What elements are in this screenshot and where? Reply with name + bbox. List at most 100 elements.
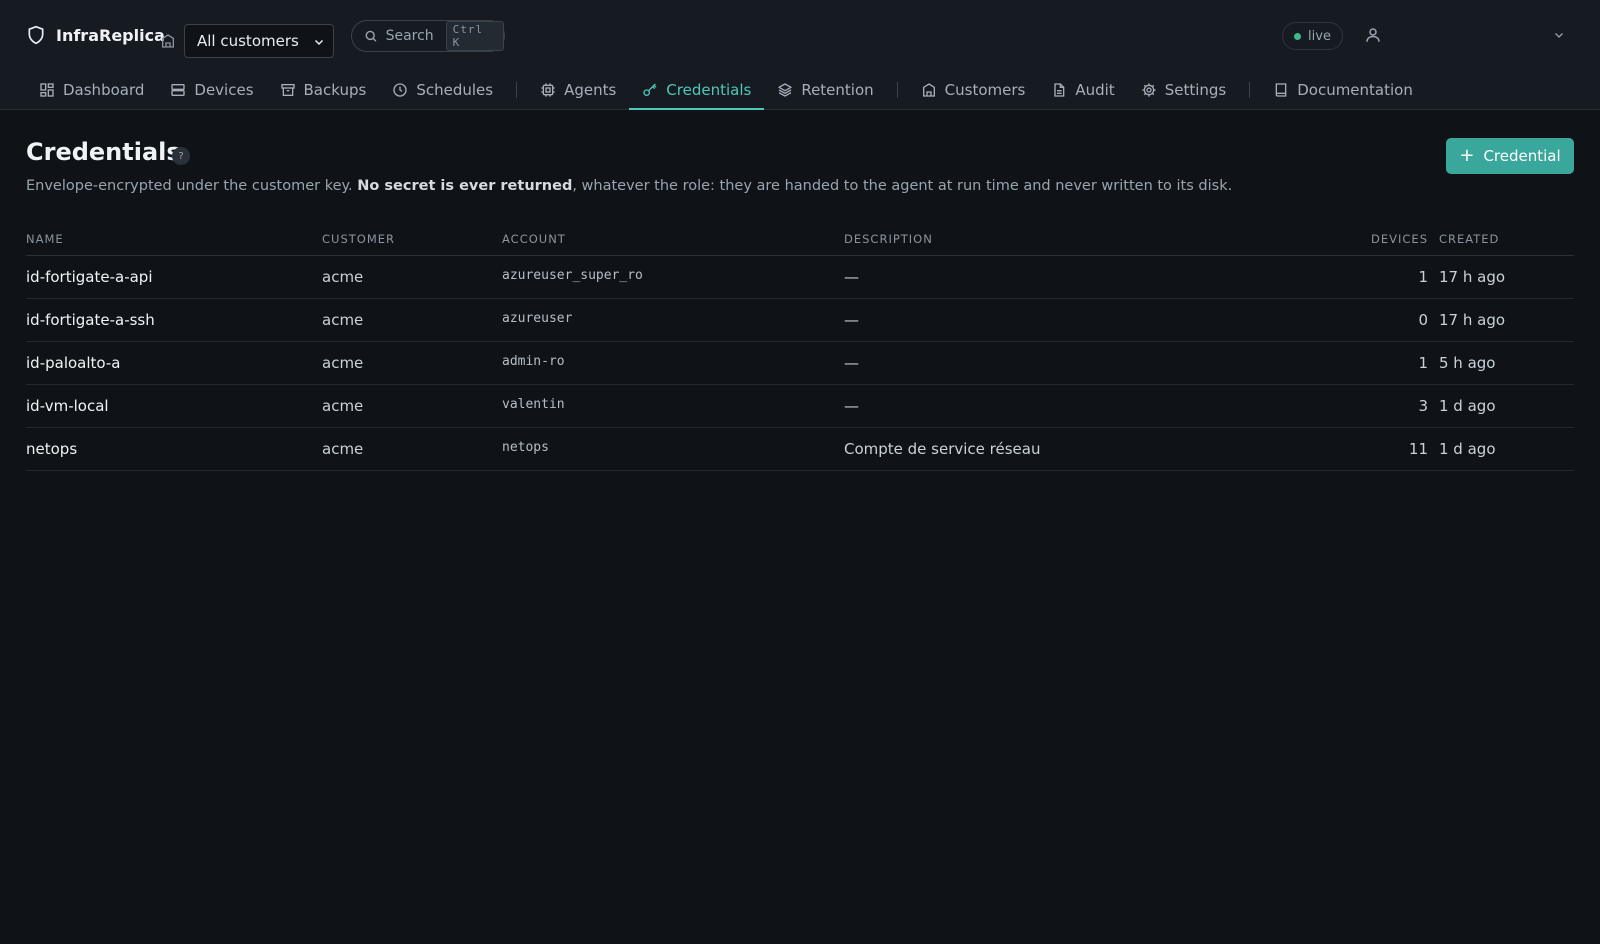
credential-created: 1 d ago (1439, 440, 1496, 458)
live-status-badge: live (1282, 22, 1343, 50)
nav-label: Devices (194, 81, 254, 99)
credential-account: azureuser (502, 311, 573, 326)
credential-customer: acme (322, 268, 364, 286)
column-header-created[interactable]: CREATED (1439, 224, 1499, 255)
building-icon (162, 34, 174, 48)
page-subtitle: Envelope-encrypted under the customer ke… (26, 178, 1526, 194)
subtitle-emphasis: No secret is ever returned (357, 178, 573, 194)
user-menu-chevron-icon[interactable] (1553, 29, 1565, 41)
nav-label: Agents (564, 81, 617, 99)
customer-filter-select[interactable]: All customers (184, 24, 334, 58)
credential-devices: 1 (1418, 354, 1428, 372)
nav-settings[interactable]: Settings (1128, 72, 1240, 110)
credential-name[interactable]: id-vm-local (26, 385, 109, 427)
nav-retention[interactable]: Retention (764, 72, 886, 110)
credential-created: 17 h ago (1439, 268, 1506, 286)
top-bar: InfraReplica All customers Search Ctrl K… (0, 0, 1600, 110)
subtitle-text: , whatever the role: they are handed to … (572, 178, 1233, 194)
credential-devices: 1 (1418, 268, 1428, 286)
live-status-label: live (1308, 28, 1331, 44)
live-dot-icon (1294, 32, 1302, 40)
column-header-name[interactable]: NAME (26, 224, 64, 255)
cpu-icon (541, 83, 555, 97)
search-icon (365, 30, 377, 42)
clock-icon (393, 83, 407, 97)
credential-account: valentin (502, 397, 565, 412)
credential-name[interactable]: netops (26, 428, 77, 470)
nav-backups[interactable]: Backups (267, 72, 380, 110)
nav-label: Credentials (666, 81, 752, 99)
credential-customer: acme (322, 311, 364, 329)
nav-customers[interactable]: Customers (908, 72, 1039, 110)
nav-dashboard[interactable]: Dashboard (26, 72, 157, 110)
nav-label: Documentation (1297, 81, 1413, 99)
nav-label: Retention (801, 81, 874, 99)
table-row[interactable]: id-vm-local acme valentin — 3 1 d ago (26, 385, 1574, 428)
app-name: InfraReplica (56, 25, 165, 45)
credential-customer: acme (322, 397, 364, 415)
layers-icon (778, 83, 792, 97)
search-shortcut: Ctrl K (445, 21, 504, 51)
archive-icon (280, 84, 295, 96)
main-nav: Dashboard Devices Backups Schedules Agen… (26, 72, 1426, 110)
book-icon (1275, 83, 1287, 97)
dashboard-icon (40, 83, 54, 97)
table-row[interactable]: id-paloalto-a acme admin-ro — 1 5 h ago (26, 342, 1574, 385)
credential-customer: acme (322, 440, 364, 458)
subtitle-text: Envelope-encrypted under the customer ke… (26, 178, 358, 194)
building-icon (922, 83, 935, 97)
column-header-customer[interactable]: CUSTOMER (322, 224, 395, 255)
credential-account: netops (502, 440, 549, 455)
nav-devices[interactable]: Devices (157, 72, 266, 110)
nav-label: Settings (1164, 81, 1227, 99)
search-button[interactable]: Search Ctrl K (351, 20, 505, 52)
nav-label: Dashboard (63, 81, 145, 99)
table-row[interactable]: netops acme netops Compte de service rés… (26, 428, 1574, 471)
nav-documentation[interactable]: Documentation (1260, 72, 1426, 110)
credential-customer: acme (322, 354, 364, 372)
gear-icon (1142, 83, 1156, 97)
credential-created: 5 h ago (1439, 354, 1496, 372)
nav-credentials[interactable]: Credentials (629, 72, 765, 110)
credential-account: azureuser_super_ro (502, 268, 643, 283)
credential-devices: 0 (1418, 311, 1428, 329)
credential-devices: 3 (1418, 397, 1428, 415)
nav-agents[interactable]: Agents (527, 72, 629, 110)
nav-schedules[interactable]: Schedules (379, 72, 506, 110)
add-credential-button[interactable]: + Credential (1446, 138, 1574, 174)
server-icon (171, 84, 186, 96)
nav-label: Backups (303, 81, 367, 99)
credential-name[interactable]: id-paloalto-a (26, 342, 120, 384)
customer-filter-value: All customers (197, 32, 299, 50)
brand[interactable]: InfraReplica (26, 22, 165, 48)
nav-label: Customers (944, 81, 1026, 99)
credential-created: 1 d ago (1439, 397, 1496, 415)
credential-name[interactable]: id-fortigate-a-ssh (26, 299, 155, 341)
nav-divider (1249, 82, 1251, 98)
help-icon[interactable]: ? (172, 147, 190, 165)
credential-description: — (844, 354, 859, 372)
table-row[interactable]: id-fortigate-a-ssh acme azureuser — 0 17… (26, 299, 1574, 342)
nav-audit[interactable]: Audit (1038, 72, 1127, 110)
credential-description: Compte de service réseau (844, 440, 1041, 458)
nav-label: Schedules (416, 81, 494, 99)
credential-description: — (844, 397, 859, 415)
credential-devices: 11 (1408, 440, 1428, 458)
column-header-account[interactable]: ACCOUNT (502, 224, 566, 255)
search-label: Search (385, 28, 434, 44)
nav-divider (516, 82, 518, 98)
file-icon (1054, 83, 1065, 97)
chevron-down-icon (314, 39, 324, 46)
column-header-description[interactable]: DESCRIPTION (844, 224, 933, 255)
column-header-devices[interactable]: DEVICES (1256, 224, 1428, 255)
table-row[interactable]: id-fortigate-a-api acme azureuser_super_… (26, 256, 1574, 299)
credential-name[interactable]: id-fortigate-a-api (26, 256, 153, 298)
nav-divider (896, 82, 898, 98)
user-icon[interactable] (1364, 26, 1382, 44)
key-icon (643, 83, 657, 96)
add-credential-label: Credential (1483, 147, 1561, 165)
credential-created: 17 h ago (1439, 311, 1506, 329)
table-header: NAME CUSTOMER ACCOUNT DESCRIPTION DEVICE… (26, 224, 1574, 256)
page-title: Credentials (26, 138, 181, 166)
plus-icon: + (1459, 145, 1475, 166)
